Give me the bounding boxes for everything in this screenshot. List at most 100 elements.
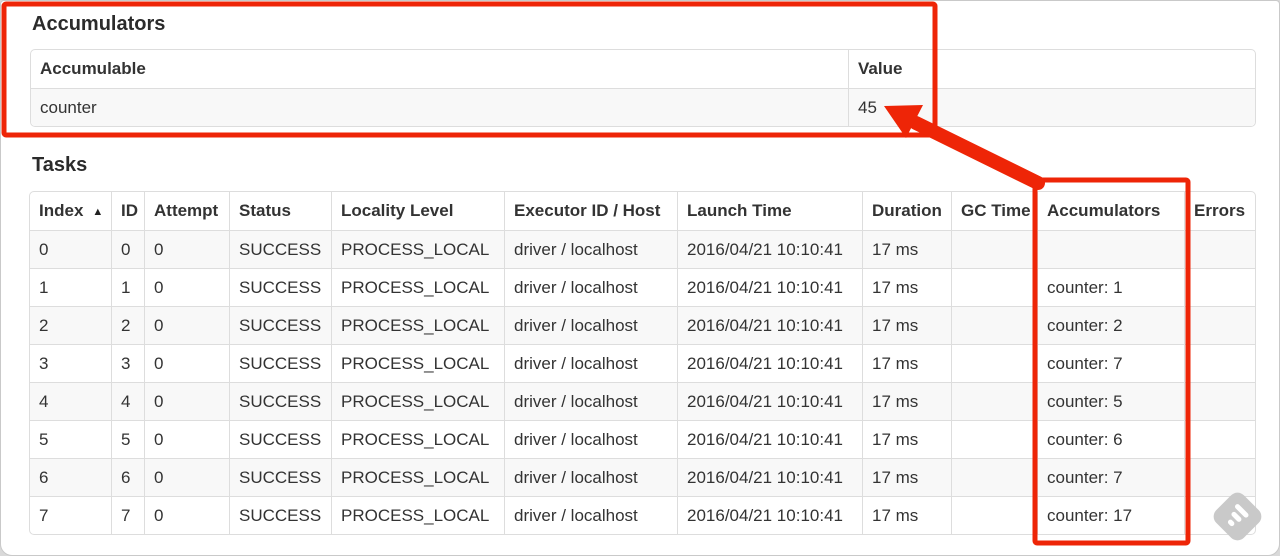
tasks-table: Index ▲ ID Attempt Status Locality Level … [29,191,1256,535]
task-cell: 0 [144,420,229,458]
task-cell: 2016/04/21 10:10:41 [677,306,862,344]
task-cell: 5 [111,420,144,458]
task-cell: driver / localhost [504,230,677,268]
column-header-value[interactable]: Value [848,50,1255,88]
task-cell [951,230,1037,268]
task-cell: driver / localhost [504,268,677,306]
task-cell [1184,344,1255,382]
task-cell: 0 [144,268,229,306]
task-cell: PROCESS_LOCAL [331,458,504,496]
task-row: 5 5 0 SUCCESS PROCESS_LOCAL driver / localhos… [30,420,1255,458]
accumulable-name-cell: counter [31,88,848,126]
column-header-accumulable[interactable]: Accumulable [31,50,848,88]
task-cell: 17 ms [862,496,951,534]
task-cell [951,382,1037,420]
tasks-table-body: 0 0 0 SUCCESS PROCESS_LOCAL driver / localhos… [30,230,1255,534]
task-cell: 0 [144,306,229,344]
column-header-attempt[interactable]: Attempt [144,192,229,230]
task-cell [1184,230,1255,268]
task-cell [1184,268,1255,306]
task-cell: SUCCESS [229,230,331,268]
task-cell: 6 [30,458,111,496]
task-cell: 17 ms [862,420,951,458]
task-cell [1037,230,1184,268]
accumulable-value-cell: 45 [848,88,1255,126]
task-cell: 0 [144,230,229,268]
task-cell [951,344,1037,382]
task-cell [1184,458,1255,496]
task-cell: 17 ms [862,458,951,496]
task-row: 6 6 0 SUCCESS PROCESS_LOCAL driver / localhos… [30,458,1255,496]
column-header-index-label: Index [39,201,84,220]
task-cell: counter: 7 [1037,458,1184,496]
task-cell: 3 [30,344,111,382]
task-cell [1184,306,1255,344]
task-cell: counter: 7 [1037,344,1184,382]
task-cell: 2016/04/21 10:10:41 [677,496,862,534]
task-cell [951,458,1037,496]
task-cell: counter: 6 [1037,420,1184,458]
task-cell: SUCCESS [229,268,331,306]
task-cell: counter: 5 [1037,382,1184,420]
task-cell: 3 [111,344,144,382]
task-cell: 0 [30,230,111,268]
task-cell: 1 [30,268,111,306]
task-cell: 0 [144,344,229,382]
column-header-duration[interactable]: Duration [862,192,951,230]
task-cell [951,306,1037,344]
task-cell [951,496,1037,534]
column-header-launch-time[interactable]: Launch Time [677,192,862,230]
task-cell: PROCESS_LOCAL [331,230,504,268]
task-cell: 5 [30,420,111,458]
task-cell: 0 [111,230,144,268]
task-row: 7 7 0 SUCCESS PROCESS_LOCAL driver / localhos… [30,496,1255,534]
tasks-section-title: Tasks [32,154,88,176]
task-cell: SUCCESS [229,458,331,496]
task-cell: SUCCESS [229,420,331,458]
task-row: 4 4 0 SUCCESS PROCESS_LOCAL driver / localhos… [30,382,1255,420]
task-cell: PROCESS_LOCAL [331,496,504,534]
task-cell: driver / localhost [504,420,677,458]
task-cell [1184,382,1255,420]
column-header-gc-time[interactable]: GC Time [951,192,1037,230]
tasks-table-header-row: Index ▲ ID Attempt Status Locality Level … [30,192,1255,230]
task-cell: PROCESS_LOCAL [331,268,504,306]
task-cell: counter: 2 [1037,306,1184,344]
task-cell: 0 [144,496,229,534]
accumulators-section-title: Accumulators [32,13,166,35]
task-row: 0 0 0 SUCCESS PROCESS_LOCAL driver / localhos… [30,230,1255,268]
task-cell: SUCCESS [229,382,331,420]
accumulator-row: counter 45 [31,88,1255,126]
task-cell: 4 [30,382,111,420]
column-header-id[interactable]: ID [111,192,144,230]
task-cell: 0 [144,458,229,496]
column-header-errors[interactable]: Errors [1184,192,1255,230]
watermark-stripe [1226,518,1236,528]
column-header-executor-id-host[interactable]: Executor ID / Host [504,192,677,230]
column-header-status[interactable]: Status [229,192,331,230]
task-row: 2 2 0 SUCCESS PROCESS_LOCAL driver / localhos… [30,306,1255,344]
task-cell: PROCESS_LOCAL [331,382,504,420]
sort-ascending-icon: ▲ [92,206,104,218]
accumulators-table: Accumulable Value counter 45 [30,49,1256,127]
task-cell: 2016/04/21 10:10:41 [677,268,862,306]
accumulators-table-header-row: Accumulable Value [31,50,1255,88]
task-cell: 17 ms [862,268,951,306]
task-cell: 0 [144,382,229,420]
task-cell: 7 [111,496,144,534]
task-cell: counter: 17 [1037,496,1184,534]
column-header-accumulators[interactable]: Accumulators [1037,192,1184,230]
task-cell: 17 ms [862,344,951,382]
task-cell [1184,420,1255,458]
task-cell: SUCCESS [229,306,331,344]
task-cell: PROCESS_LOCAL [331,344,504,382]
page-background: Accumulators Accumulable Value counter 4… [0,0,1280,556]
task-cell: 6 [111,458,144,496]
column-header-locality-level[interactable]: Locality Level [331,192,504,230]
task-cell: 2016/04/21 10:10:41 [677,458,862,496]
task-cell: 2016/04/21 10:10:41 [677,344,862,382]
task-cell: 17 ms [862,306,951,344]
column-header-index[interactable]: Index ▲ [30,192,111,230]
task-cell: 2016/04/21 10:10:41 [677,382,862,420]
task-cell: 2 [30,306,111,344]
